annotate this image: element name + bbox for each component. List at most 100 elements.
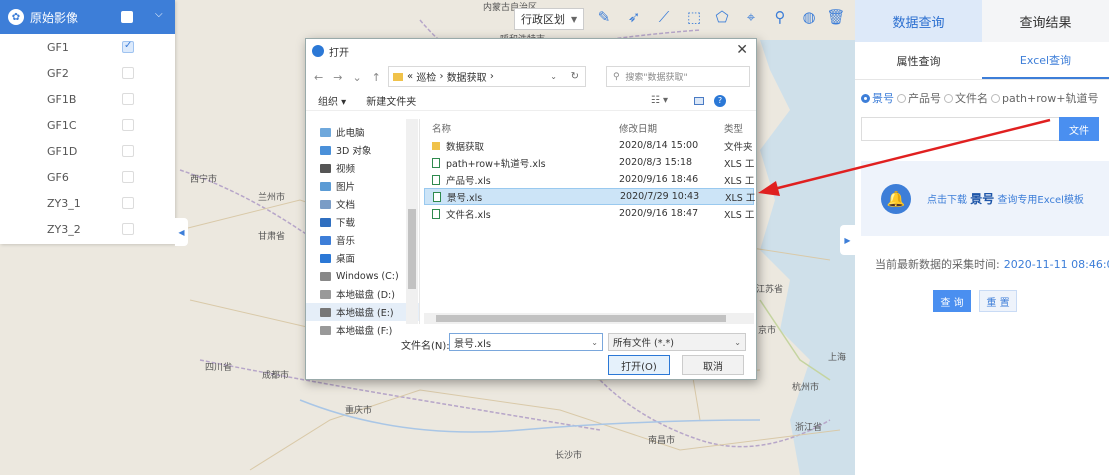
layer-item-checkbox[interactable] — [122, 223, 134, 235]
nav-pane-item[interactable]: 视频 — [306, 159, 419, 177]
nav-pane-item-label: 本地磁盘 (D:) — [336, 290, 395, 301]
file-row[interactable]: 景号.xls 2020/7/29 10:43 XLS 工 — [424, 188, 755, 205]
scrollbar-thumb[interactable] — [408, 209, 416, 289]
excel-file-icon — [432, 157, 440, 168]
layer-item-checkbox[interactable] — [122, 171, 134, 183]
chevron-down-icon[interactable]: ⌄ — [550, 72, 557, 81]
tab-query-results[interactable]: 查询结果 — [982, 0, 1109, 42]
search-placeholder: 搜索"数据获取" — [625, 73, 688, 83]
edit-icon[interactable]: ✎ — [594, 7, 614, 27]
tab-data-query[interactable]: 数据查询 — [855, 0, 982, 42]
polygon-icon[interactable]: ⬠ — [712, 7, 732, 27]
layer-group-header[interactable]: ✿ 原始影像 ⌵ — [0, 0, 175, 34]
reset-button[interactable]: 重 置 — [979, 290, 1017, 312]
organize-button[interactable]: 组织 ▾ — [318, 93, 346, 108]
filename-input[interactable]: 景号.xls ⌄ — [449, 333, 603, 351]
path-segment[interactable]: 数据获取 — [447, 69, 487, 84]
layer-item-checkbox[interactable] — [122, 197, 134, 209]
column-header-type[interactable]: 类型 — [724, 121, 743, 135]
close-icon[interactable]: ✕ — [736, 42, 748, 58]
nav-pane-item[interactable]: 此电脑 — [306, 123, 419, 141]
polyline-icon[interactable]: ⟋ — [654, 7, 674, 27]
nav-pane-item[interactable]: Windows (C:) — [306, 267, 419, 285]
layer-group-checkbox[interactable] — [121, 11, 133, 23]
scrollbar-thumb[interactable] — [436, 315, 726, 322]
locate-icon[interactable]: ⌖ — [741, 7, 761, 27]
layer-item[interactable]: GF1B — [0, 86, 175, 112]
file-path-input[interactable] — [861, 117, 1059, 141]
file-row[interactable]: 产品号.xls 2020/9/16 18:46 XLS 工 — [424, 171, 754, 188]
chevron-down-icon[interactable]: ⌵ — [155, 9, 163, 20]
layer-item[interactable]: ZY3_1 — [0, 190, 175, 216]
nav-pane-item[interactable]: 本地磁盘 (D:) — [306, 285, 419, 303]
pin-icon[interactable]: ⚲ — [770, 7, 790, 27]
radio-product-id[interactable]: 产品号 — [897, 90, 941, 106]
radio-scene-id[interactable]: 景号 — [861, 90, 894, 106]
layer-item[interactable]: GF2 — [0, 60, 175, 86]
layer-item[interactable]: GF1 — [0, 34, 175, 60]
address-bar[interactable]: « 巡检 › 数据获取 › ⌄ ↻ — [388, 66, 586, 87]
column-header-date[interactable]: 修改日期 — [619, 121, 657, 135]
layer-item-checkbox[interactable] — [122, 67, 134, 79]
folder-icon — [393, 72, 403, 81]
path-separator: › — [489, 71, 494, 82]
right-panel-collapse-button[interactable]: ▶ — [840, 225, 855, 255]
nav-pane-item[interactable]: 本地磁盘 (E:) — [306, 303, 419, 321]
template-download-link[interactable]: 点击下载 景号 查询专用Excel模板 — [927, 190, 1084, 207]
layer-item[interactable]: GF1D — [0, 138, 175, 164]
search-icon: ⚲ — [613, 71, 620, 82]
back-arrow-icon[interactable]: ← — [314, 71, 323, 84]
forward-arrow-icon[interactable]: → — [333, 71, 342, 84]
folder-icon — [320, 235, 331, 245]
help-icon[interactable]: ? — [714, 94, 726, 107]
trash-icon[interactable]: 🗑 — [826, 7, 846, 27]
layer-item-checkbox[interactable] — [122, 93, 134, 105]
path-segment[interactable]: 巡检 — [416, 69, 436, 84]
file-name-cell: 数据获取 — [432, 139, 484, 153]
refresh-icon[interactable]: ↻ — [571, 71, 579, 82]
open-button[interactable]: 打开(O) — [608, 355, 670, 375]
radio-file-name[interactable]: 文件名 — [944, 90, 988, 106]
preview-pane-icon[interactable] — [694, 96, 704, 105]
rectangle-select-icon[interactable]: ⬚ — [684, 7, 704, 27]
cancel-button[interactable]: 取消 — [682, 355, 744, 375]
up-arrow-icon[interactable]: ↑ — [372, 71, 381, 84]
layer-item[interactable]: GF6 — [0, 164, 175, 190]
navigation-pane: 此电脑 3D 对象 视频 图片 文档 下载 音乐 桌面 Windows (C:) 本地磁盘 (D:… — [306, 119, 420, 337]
view-options-icon[interactable]: ☷ ▾ — [651, 95, 668, 106]
layer-item-checkbox[interactable] — [122, 145, 134, 157]
file-row[interactable]: 文件名.xls 2020/9/16 18:47 XLS 工 — [424, 205, 754, 222]
search-input[interactable]: ⚲ 搜索"数据获取" — [606, 66, 750, 87]
dialog-title-bar[interactable]: 打开 ✕ — [306, 39, 756, 63]
latest-label: 当前最新数据的采集时间: — [875, 258, 1000, 271]
globe-icon[interactable]: ◍ — [799, 7, 819, 27]
nav-pane-item[interactable]: 下载 — [306, 213, 419, 231]
file-button[interactable]: 文件 — [1059, 117, 1099, 141]
chevron-down-icon[interactable]: ⌄ — [591, 338, 598, 347]
new-folder-button[interactable]: 新建文件夹 — [366, 93, 416, 108]
layer-item-checkbox[interactable] — [122, 40, 134, 53]
column-header-name[interactable]: 名称 — [432, 121, 451, 135]
radio-path-row-orbit[interactable]: path+row+轨道号 — [991, 90, 1098, 106]
file-date-cell: 2020/9/16 18:47 — [619, 208, 699, 219]
nav-pane-item[interactable]: 桌面 — [306, 249, 419, 267]
nav-pane-item[interactable]: 图片 — [306, 177, 419, 195]
history-chevron-icon[interactable]: ⌄ — [352, 71, 361, 84]
query-button[interactable]: 查 询 — [933, 290, 971, 312]
file-list-horizontal-scrollbar[interactable] — [424, 313, 754, 324]
layer-item-checkbox[interactable] — [122, 119, 134, 131]
nav-pane-item[interactable]: 3D 对象 — [306, 141, 419, 159]
file-row[interactable]: path+row+轨道号.xls 2020/8/3 15:18 XLS 工 — [424, 154, 754, 171]
file-row[interactable]: 数据获取 2020/8/14 15:00 文件夹 — [424, 137, 754, 154]
layer-item[interactable]: GF1C — [0, 112, 175, 138]
region-select[interactable]: 行政区划 ▼ — [514, 8, 584, 30]
nav-pane-item[interactable]: 文档 — [306, 195, 419, 213]
navigation-scrollbar[interactable] — [406, 119, 418, 324]
left-panel-collapse-button[interactable]: ◀ — [175, 218, 188, 246]
layer-item[interactable]: ZY3_2 — [0, 216, 175, 242]
pointer-icon[interactable]: ➶ — [624, 7, 644, 27]
nav-pane-item[interactable]: 音乐 — [306, 231, 419, 249]
filetype-select[interactable]: 所有文件 (*.*) ⌄ — [608, 333, 746, 351]
tab-attribute-query[interactable]: 属性查询 — [855, 42, 982, 79]
tab-excel-query[interactable]: Excel查询 — [982, 42, 1109, 79]
